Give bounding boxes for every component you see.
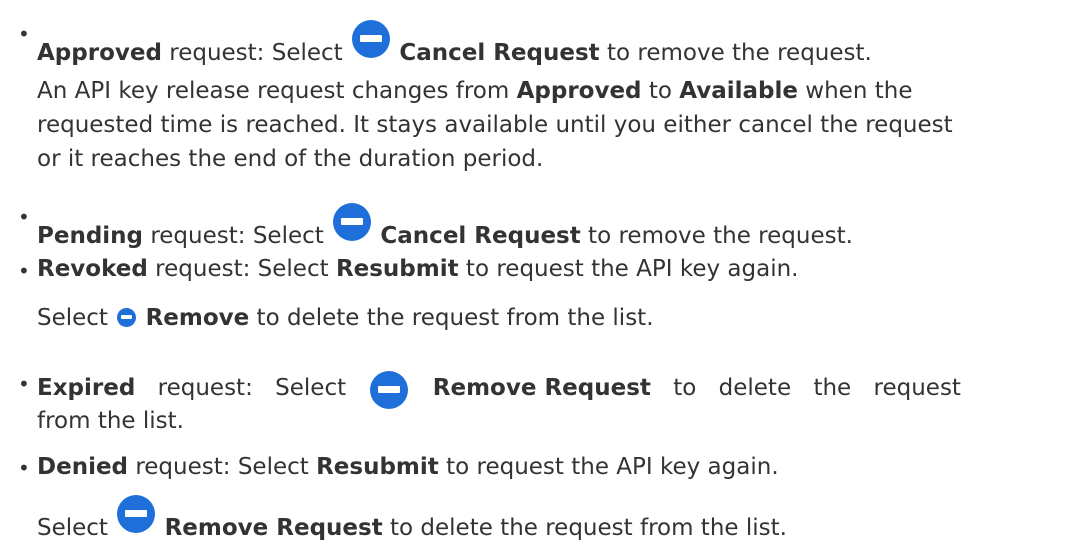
- remove-icon: [370, 371, 409, 409]
- remove-icon: [117, 495, 156, 533]
- note-line: or it reaches the end of the duration pe…: [37, 146, 544, 172]
- cancel-icon: [333, 203, 372, 241]
- action-label: Resubmit: [316, 454, 439, 480]
- bullet: •: [18, 205, 30, 229]
- status-label: Pending: [37, 223, 144, 249]
- note-line: Select Remove to delete the request from…: [37, 305, 654, 331]
- status-label: Revoked: [37, 256, 148, 282]
- remove-icon: [117, 308, 137, 327]
- page: { "items": [ { "status": "Approved", "te…: [0, 0, 1090, 541]
- action-label: Resubmit: [335, 256, 459, 282]
- note-line: from the list.: [37, 408, 184, 434]
- note-line: An API key release request changes from …: [37, 78, 913, 104]
- status-label: Denied: [37, 454, 129, 480]
- cancel-icon: [352, 20, 391, 58]
- bullet: •: [18, 456, 30, 480]
- bullet: •: [18, 259, 30, 283]
- action-label: Cancel Request: [399, 40, 600, 66]
- bullet: •: [18, 372, 30, 396]
- list-item-pending: Pending request: Select Cancel Request t…: [37, 203, 853, 253]
- list-item-revoked: Revoked request: Select Resubmit to requ…: [37, 256, 799, 282]
- note-line: requested time is reached. It stays avai…: [37, 112, 953, 138]
- bullet: •: [18, 22, 30, 46]
- action-label: Cancel Request: [380, 223, 581, 249]
- status-label: Approved: [37, 40, 162, 66]
- list-item-denied: Denied request: Select Resubmit to reque…: [37, 454, 779, 480]
- list-item-approved: Approved request: Select Cancel Request …: [37, 20, 872, 70]
- action-label: Remove Request: [432, 375, 651, 401]
